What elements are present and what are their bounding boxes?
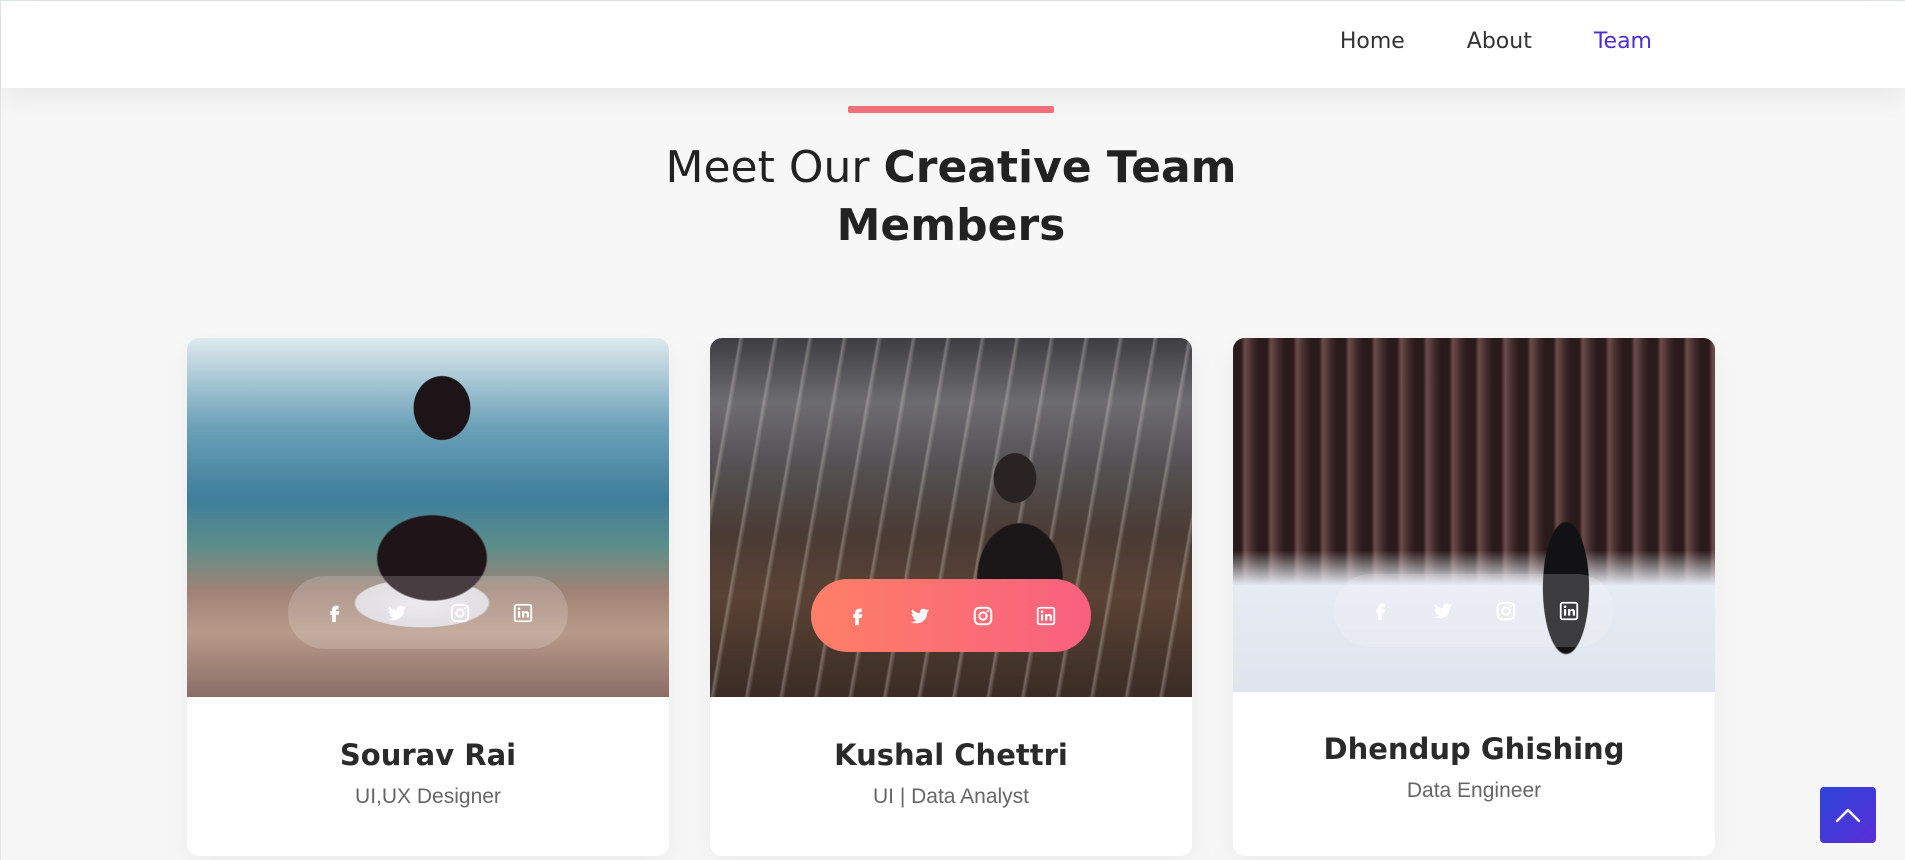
section-title-accent-bar — [848, 106, 1054, 113]
team-card: Sourav Rai UI,UX Designer — [187, 338, 669, 856]
back-to-top-button[interactable] — [1820, 787, 1876, 843]
twitter-icon[interactable] — [1429, 597, 1457, 625]
nav-about-link[interactable]: About — [1467, 29, 1532, 54]
social-links — [288, 576, 568, 649]
instagram-icon[interactable] — [969, 602, 997, 630]
linkedin-icon[interactable] — [1032, 602, 1060, 630]
nav-team-link[interactable]: Team — [1594, 29, 1652, 54]
facebook-icon[interactable] — [843, 602, 871, 630]
linkedin-icon[interactable] — [1555, 597, 1583, 625]
social-links — [1334, 574, 1614, 647]
section-title-bold-2: Members — [836, 200, 1066, 251]
linkedin-icon[interactable] — [509, 599, 537, 627]
nav-links: Home About Team — [1340, 29, 1652, 54]
team-card: Dhendup Ghishing Data Engineer — [1233, 338, 1715, 856]
team-member-role: UI,UX Designer — [355, 785, 501, 808]
navbar: Home About Team — [1, 1, 1905, 88]
instagram-icon[interactable] — [1492, 597, 1520, 625]
team-member-name: Kushal Chettri — [834, 738, 1068, 772]
team-member-role: UI | Data Analyst — [872, 785, 1030, 808]
team-member-name: Sourav Rai — [339, 738, 517, 772]
section-title-light: Meet Our — [665, 142, 884, 193]
section-title-bold-1: Creative Team — [883, 142, 1237, 193]
nav-home-link[interactable]: Home — [1340, 29, 1405, 54]
twitter-icon[interactable] — [906, 602, 934, 630]
chevron-up-icon — [1835, 808, 1861, 823]
team-member-name: Dhendup Ghishing — [1323, 732, 1625, 766]
instagram-icon[interactable] — [446, 599, 474, 627]
twitter-icon[interactable] — [383, 599, 411, 627]
social-links — [811, 579, 1091, 652]
facebook-icon[interactable] — [320, 599, 348, 627]
facebook-icon[interactable] — [1366, 597, 1394, 625]
section-title: Meet Our Creative Team Members — [561, 139, 1341, 255]
team-member-role: Data Engineer — [1406, 779, 1542, 802]
team-card: Kushal Chettri UI | Data Analyst — [710, 338, 1192, 856]
